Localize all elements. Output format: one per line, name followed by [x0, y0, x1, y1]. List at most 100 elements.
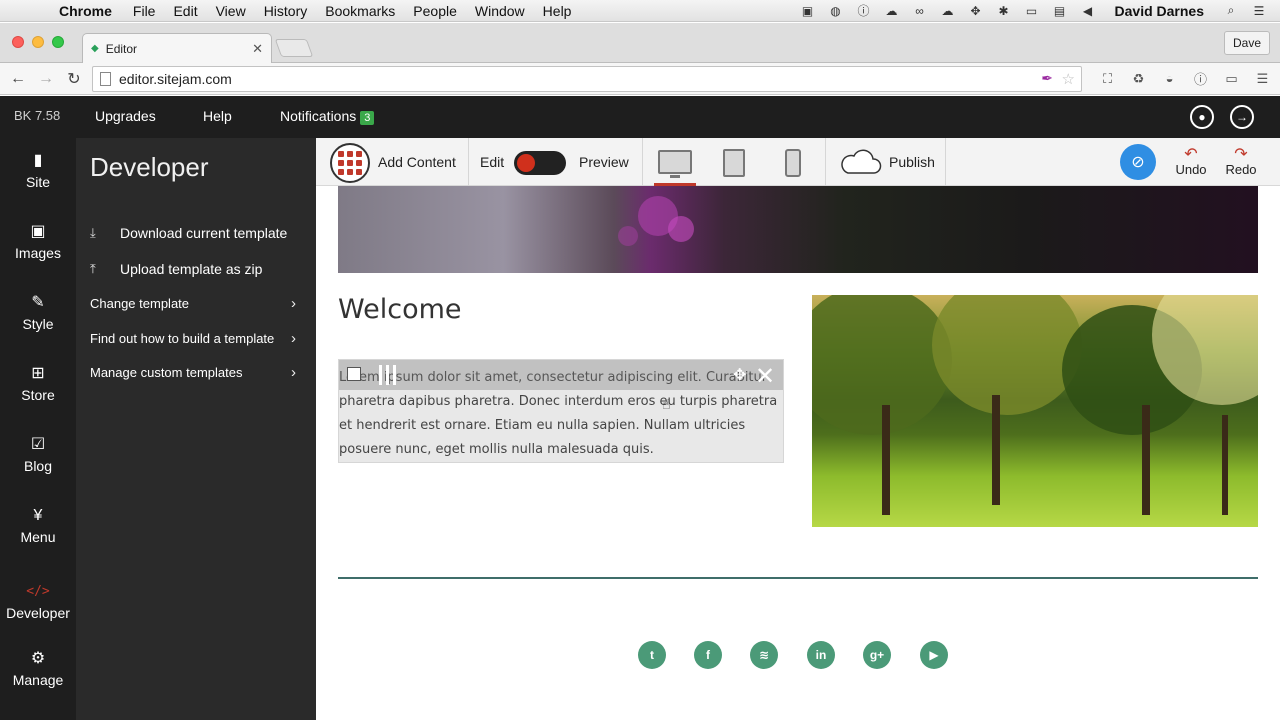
browser-tab[interactable]: ◆ Editor ✕ [82, 33, 272, 63]
hand-cursor-icon: ☝ [662, 396, 671, 412]
back-icon[interactable]: ← [4, 70, 32, 88]
edit-mode-label[interactable]: Edit [480, 154, 504, 170]
build-template-help-label: Find out how to build a template [90, 331, 275, 346]
preview-mode-label[interactable]: Preview [579, 154, 629, 170]
logout-icon[interactable]: → [1230, 105, 1254, 129]
fork-knife-icon: ¥ [33, 507, 43, 524]
close-window-button[interactable] [12, 36, 24, 48]
info-icon[interactable]: ⓘ [855, 4, 873, 18]
twitter-icon[interactable]: t [638, 641, 666, 669]
video-icon[interactable]: ▣ [799, 4, 817, 18]
info-extension-icon[interactable]: ⓘ [1191, 69, 1210, 88]
upload-template-item[interactable]: ⤒ Upload template as zip [90, 261, 310, 277]
browser-toolbar: ← → ↻ editor.sitejam.com ✒ ☆ ⛶ ♻ ◒ ⓘ ▭ ☰ [0, 63, 1280, 95]
manage-custom-templates-label: Manage custom templates [90, 365, 243, 380]
rail-item-style[interactable]: ✎ Style [0, 292, 76, 352]
build-template-help-item[interactable]: Find out how to build a template › [90, 330, 310, 347]
phone-view-icon[interactable] [785, 149, 801, 177]
keyboard-icon[interactable]: ▤ [1051, 4, 1069, 18]
rail-item-site[interactable]: ▮ Site [0, 150, 76, 210]
menu-window[interactable]: Window [466, 3, 534, 19]
text-block[interactable]: Lorem ipsum dolor sit amet, consectetur … [338, 359, 784, 463]
bookmark-star-icon[interactable]: ☆ [1062, 70, 1075, 88]
desktop-view-icon[interactable] [658, 150, 692, 174]
os-user-name[interactable]: David Darnes [1115, 3, 1204, 19]
menu-app-chrome[interactable]: Chrome [50, 3, 124, 19]
list-icon[interactable]: ☰ [1250, 4, 1268, 18]
rail-label-site: Site [25, 174, 51, 190]
upgrades-link[interactable]: Upgrades [95, 108, 156, 124]
visibility-off-icon[interactable]: ⊘ [1120, 144, 1156, 180]
menu-bookmarks[interactable]: Bookmarks [316, 3, 404, 19]
menu-view[interactable]: View [207, 3, 255, 19]
search-icon[interactable]: ⌕ [1222, 3, 1240, 18]
help-link[interactable]: Help [203, 108, 232, 124]
notifications-link[interactable]: Notifications 3 [280, 108, 375, 125]
backup-icon[interactable]: ☁ [939, 4, 957, 18]
dropbox-icon[interactable]: ✥ [967, 4, 985, 18]
chevron-right-icon: › [291, 330, 296, 347]
rail-item-store[interactable]: ⊞ Store [0, 363, 76, 423]
rail-item-menu[interactable]: ¥ Menu [0, 505, 76, 565]
undo-button[interactable]: ↶ Undo [1169, 144, 1213, 177]
rail-item-developer[interactable]: </> Developer [0, 581, 76, 641]
publish-button[interactable]: Publish [889, 154, 935, 170]
code-icon: </> [26, 584, 50, 599]
pocket-extension-icon[interactable]: ◒ [1160, 69, 1179, 88]
linkedin-icon[interactable]: in [807, 641, 835, 669]
park-photo[interactable] [812, 295, 1258, 527]
rss-icon[interactable]: ≋ [750, 641, 778, 669]
chat-icon[interactable]: ◍ [827, 4, 845, 18]
display-icon[interactable]: ▭ [1023, 4, 1041, 18]
account-icon[interactable]: ● [1190, 105, 1214, 129]
notification-count-badge: 3 [360, 111, 375, 125]
bluetooth-icon[interactable]: ✱ [995, 4, 1013, 18]
add-content-icon[interactable] [330, 143, 370, 183]
add-content-button[interactable]: Add Content [378, 154, 456, 170]
cloud-status-icon[interactable]: ☁ [883, 4, 901, 18]
forward-icon[interactable]: → [32, 70, 60, 88]
rail-item-manage[interactable]: ⚙ Manage [0, 648, 76, 708]
columns-icon[interactable] [379, 365, 397, 385]
rail-item-blog[interactable]: ☑ Blog [0, 434, 76, 494]
close-icon[interactable]: ✕ [755, 362, 775, 391]
feather-extension-icon[interactable]: ✒ [1041, 70, 1053, 87]
address-bar[interactable]: editor.sitejam.com ✒ ☆ [92, 66, 1082, 92]
chrome-menu-icon[interactable]: ☰ [1253, 69, 1272, 88]
facebook-icon[interactable]: f [694, 641, 722, 669]
profile-button[interactable]: Dave [1223, 31, 1270, 55]
menu-history[interactable]: History [255, 3, 317, 19]
chevron-right-icon: › [291, 364, 296, 381]
change-template-item[interactable]: Change template › [90, 295, 310, 312]
download-template-item[interactable]: ⤓ Download current template [90, 225, 310, 241]
volume-icon[interactable]: ◀ [1079, 4, 1097, 18]
menu-help[interactable]: Help [534, 3, 581, 19]
rail-item-images[interactable]: ▣ Images [0, 221, 76, 281]
new-tab-button[interactable] [274, 39, 314, 57]
move-icon[interactable]: ✥ [733, 365, 746, 385]
edit-preview-toggle[interactable] [514, 151, 566, 175]
recycle-extension-icon[interactable]: ♻ [1129, 69, 1148, 88]
download-icon: ⤓ [90, 225, 96, 240]
minimize-window-button[interactable] [32, 36, 44, 48]
zoom-window-button[interactable] [52, 36, 64, 48]
redo-button[interactable]: ↷ Redo [1219, 144, 1263, 177]
glasses-icon[interactable]: ∞ [911, 4, 929, 18]
menu-file[interactable]: File [124, 3, 165, 19]
reload-icon[interactable]: ↻ [60, 69, 88, 89]
menu-edit[interactable]: Edit [164, 3, 206, 19]
screenshot-extension-icon[interactable]: ⛶ [1098, 69, 1117, 88]
youtube-icon[interactable]: ▶ [920, 641, 948, 669]
cloud-icon[interactable] [838, 148, 882, 176]
edit-text-icon[interactable] [347, 367, 361, 381]
tablet-view-icon[interactable] [723, 149, 745, 177]
page-heading[interactable]: Welcome [338, 294, 462, 325]
google-plus-icon[interactable]: g+ [863, 641, 891, 669]
app-topbar: BK 7.58 Upgrades Help Notifications 3 ● → [0, 96, 1280, 138]
tab-close-icon[interactable]: ✕ [252, 41, 263, 57]
cast-icon[interactable]: ▭ [1222, 69, 1241, 88]
edit-icon: ☑ [30, 436, 46, 453]
manage-custom-templates-item[interactable]: Manage custom templates › [90, 364, 310, 381]
menu-people[interactable]: People [404, 3, 466, 19]
toggle-knob [517, 154, 535, 172]
